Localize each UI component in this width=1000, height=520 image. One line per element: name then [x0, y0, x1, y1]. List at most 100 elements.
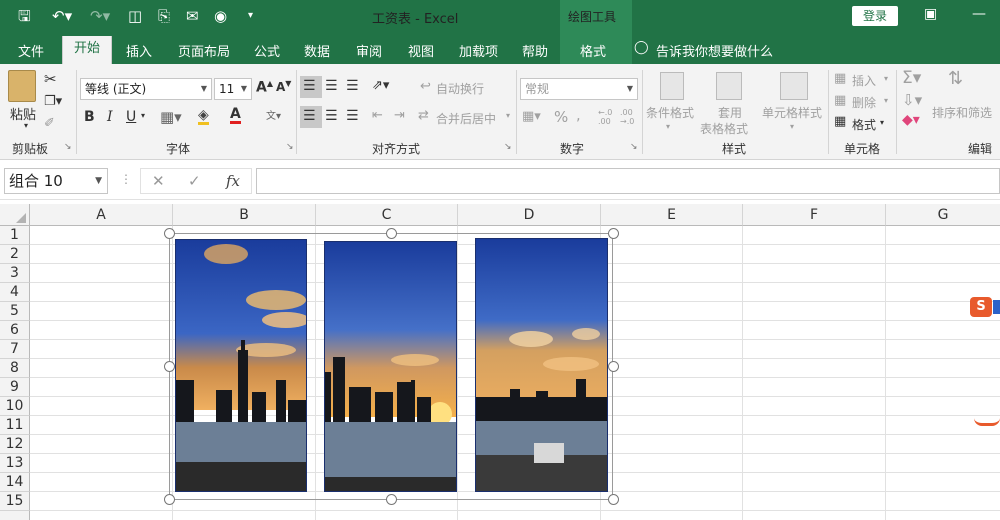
align-right-icon[interactable]: ☰: [346, 108, 359, 124]
wrap-text-button[interactable]: 自动换行: [436, 80, 484, 97]
row-header-3[interactable]: 3: [0, 264, 30, 283]
ribbon-display-icon[interactable]: ▣: [924, 6, 937, 22]
resize-handle-bottom-left[interactable]: [164, 494, 175, 505]
comma-style-icon[interactable]: ‚: [576, 108, 580, 124]
align-middle-icon[interactable]: ☰: [325, 78, 338, 94]
row-header-6[interactable]: 6: [0, 321, 30, 340]
print-preview-icon[interactable]: ◫: [128, 6, 142, 26]
underline-dropdown-icon[interactable]: ▾: [141, 111, 145, 120]
font-launcher-icon[interactable]: ↘: [286, 142, 294, 152]
phonetic-icon[interactable]: 文▾: [266, 107, 281, 122]
formula-input[interactable]: [256, 168, 1000, 194]
select-all-corner[interactable]: [0, 204, 30, 226]
paste-button[interactable]: 粘贴: [10, 104, 36, 123]
align-bottom-icon[interactable]: ☰: [346, 78, 359, 94]
merge-center-button[interactable]: 合并后居中: [436, 110, 496, 127]
merge-dropdown-icon[interactable]: ▾: [506, 111, 510, 120]
column-header-a[interactable]: A: [30, 204, 173, 226]
redo-icon[interactable]: ↷▾: [90, 6, 110, 26]
resize-handle-middle-left[interactable]: [164, 361, 175, 372]
shrink-font-icon[interactable]: A▼: [276, 79, 291, 94]
font-name-select[interactable]: 等线 (正文) ▼: [80, 78, 212, 100]
tab-data[interactable]: 数据: [304, 41, 330, 60]
email-icon[interactable]: ✉: [186, 6, 199, 26]
border-icon[interactable]: ▦▾: [160, 108, 182, 126]
format-as-table-line2[interactable]: 表格格式: [700, 120, 748, 137]
cut-icon[interactable]: ✂: [44, 70, 57, 88]
format-as-table-line1[interactable]: 套用: [718, 104, 742, 121]
tab-help[interactable]: 帮助: [522, 41, 548, 60]
column-header-e[interactable]: E: [601, 204, 743, 226]
sort-filter-button[interactable]: 排序和筛选: [932, 104, 992, 121]
tab-addins[interactable]: 加载项: [459, 41, 498, 60]
cell-styles-dropdown-icon[interactable]: ▾: [790, 122, 794, 131]
skyline-picture-2[interactable]: [324, 241, 457, 492]
delete-dropdown-icon[interactable]: ▾: [884, 96, 888, 105]
fill-color-icon[interactable]: ◈: [198, 108, 209, 125]
insert-function-button[interactable]: fx: [226, 172, 240, 190]
delete-cells-button[interactable]: 删除: [852, 94, 876, 111]
underline-button[interactable]: U: [126, 109, 136, 125]
quick-print-icon[interactable]: ⎘: [158, 6, 170, 26]
row-header-7[interactable]: 7: [0, 340, 30, 359]
cond-dropdown-icon[interactable]: ▾: [666, 122, 670, 131]
skyline-picture-1[interactable]: [175, 239, 307, 492]
save-icon[interactable]: 🖫: [18, 6, 31, 26]
paste-dropdown-icon[interactable]: ▾: [24, 121, 28, 130]
row-header-13[interactable]: 13: [0, 454, 30, 473]
orientation-icon[interactable]: ⇗▾: [372, 78, 389, 93]
ime-indicator-icon[interactable]: [993, 300, 1000, 314]
column-header-b[interactable]: B: [173, 204, 316, 226]
row-header-1[interactable]: 1: [0, 226, 30, 245]
tab-insert[interactable]: 插入: [126, 41, 152, 60]
grow-font-icon[interactable]: A▲: [256, 79, 273, 96]
resize-handle-top-middle[interactable]: [386, 228, 397, 239]
tab-review[interactable]: 审阅: [356, 41, 382, 60]
format-dropdown-icon[interactable]: ▾: [880, 118, 884, 127]
align-center-icon[interactable]: ☰: [325, 108, 338, 124]
row-header-11[interactable]: 11: [0, 416, 30, 435]
resize-handle-bottom-middle[interactable]: [386, 494, 397, 505]
row-header-10[interactable]: 10: [0, 397, 30, 416]
resize-handle-bottom-right[interactable]: [608, 494, 619, 505]
tab-format[interactable]: 格式: [580, 41, 606, 60]
tab-formulas[interactable]: 公式: [254, 41, 280, 60]
row-header-8[interactable]: 8: [0, 359, 30, 378]
row-header-2[interactable]: 2: [0, 245, 30, 264]
decrease-decimal-icon[interactable]: .00 →.0: [620, 108, 634, 126]
increase-indent-icon[interactable]: ⇥: [394, 108, 405, 123]
cancel-icon[interactable]: ✕: [152, 172, 165, 190]
paste-icon[interactable]: [8, 70, 36, 102]
fill-icon[interactable]: ⇩▾: [902, 91, 922, 109]
autosum-icon[interactable]: Σ▾: [902, 68, 921, 88]
format-painter-icon[interactable]: ✐: [44, 116, 55, 131]
accounting-format-icon[interactable]: ▦▾: [522, 109, 541, 124]
insert-cells-button[interactable]: 插入: [852, 72, 876, 89]
ime-logo-icon[interactable]: S: [970, 297, 992, 317]
alignment-launcher-icon[interactable]: ↘: [504, 142, 512, 152]
tell-me-box[interactable]: 告诉我你想要做什么: [656, 41, 773, 60]
column-header-d[interactable]: D: [458, 204, 601, 226]
bold-button[interactable]: B: [84, 109, 95, 125]
row-header-14[interactable]: 14: [0, 473, 30, 492]
undo-icon[interactable]: ↶▾: [52, 6, 72, 26]
font-color-icon[interactable]: A: [230, 107, 241, 124]
column-header-c[interactable]: C: [316, 204, 458, 226]
insert-dropdown-icon[interactable]: ▾: [884, 74, 888, 83]
tab-page-layout[interactable]: 页面布局: [178, 41, 230, 60]
camera-icon[interactable]: ◉: [214, 6, 227, 26]
login-button[interactable]: 登录: [852, 6, 898, 26]
decrease-indent-icon[interactable]: ⇤: [372, 108, 383, 123]
number-launcher-icon[interactable]: ↘: [630, 142, 638, 152]
italic-button[interactable]: I: [107, 109, 113, 125]
row-header-5[interactable]: 5: [0, 302, 30, 321]
clipboard-launcher-icon[interactable]: ↘: [64, 142, 72, 152]
row-header-9[interactable]: 9: [0, 378, 30, 397]
copy-icon[interactable]: ❐▾: [44, 94, 62, 109]
skyline-picture-3[interactable]: [475, 238, 608, 492]
resize-handle-middle-right[interactable]: [608, 361, 619, 372]
enter-icon[interactable]: ✓: [188, 172, 201, 190]
cell-styles-button[interactable]: 单元格样式: [762, 104, 822, 121]
name-box[interactable]: 组合 10 ▼: [4, 168, 108, 194]
row-header-15[interactable]: 15: [0, 492, 30, 511]
